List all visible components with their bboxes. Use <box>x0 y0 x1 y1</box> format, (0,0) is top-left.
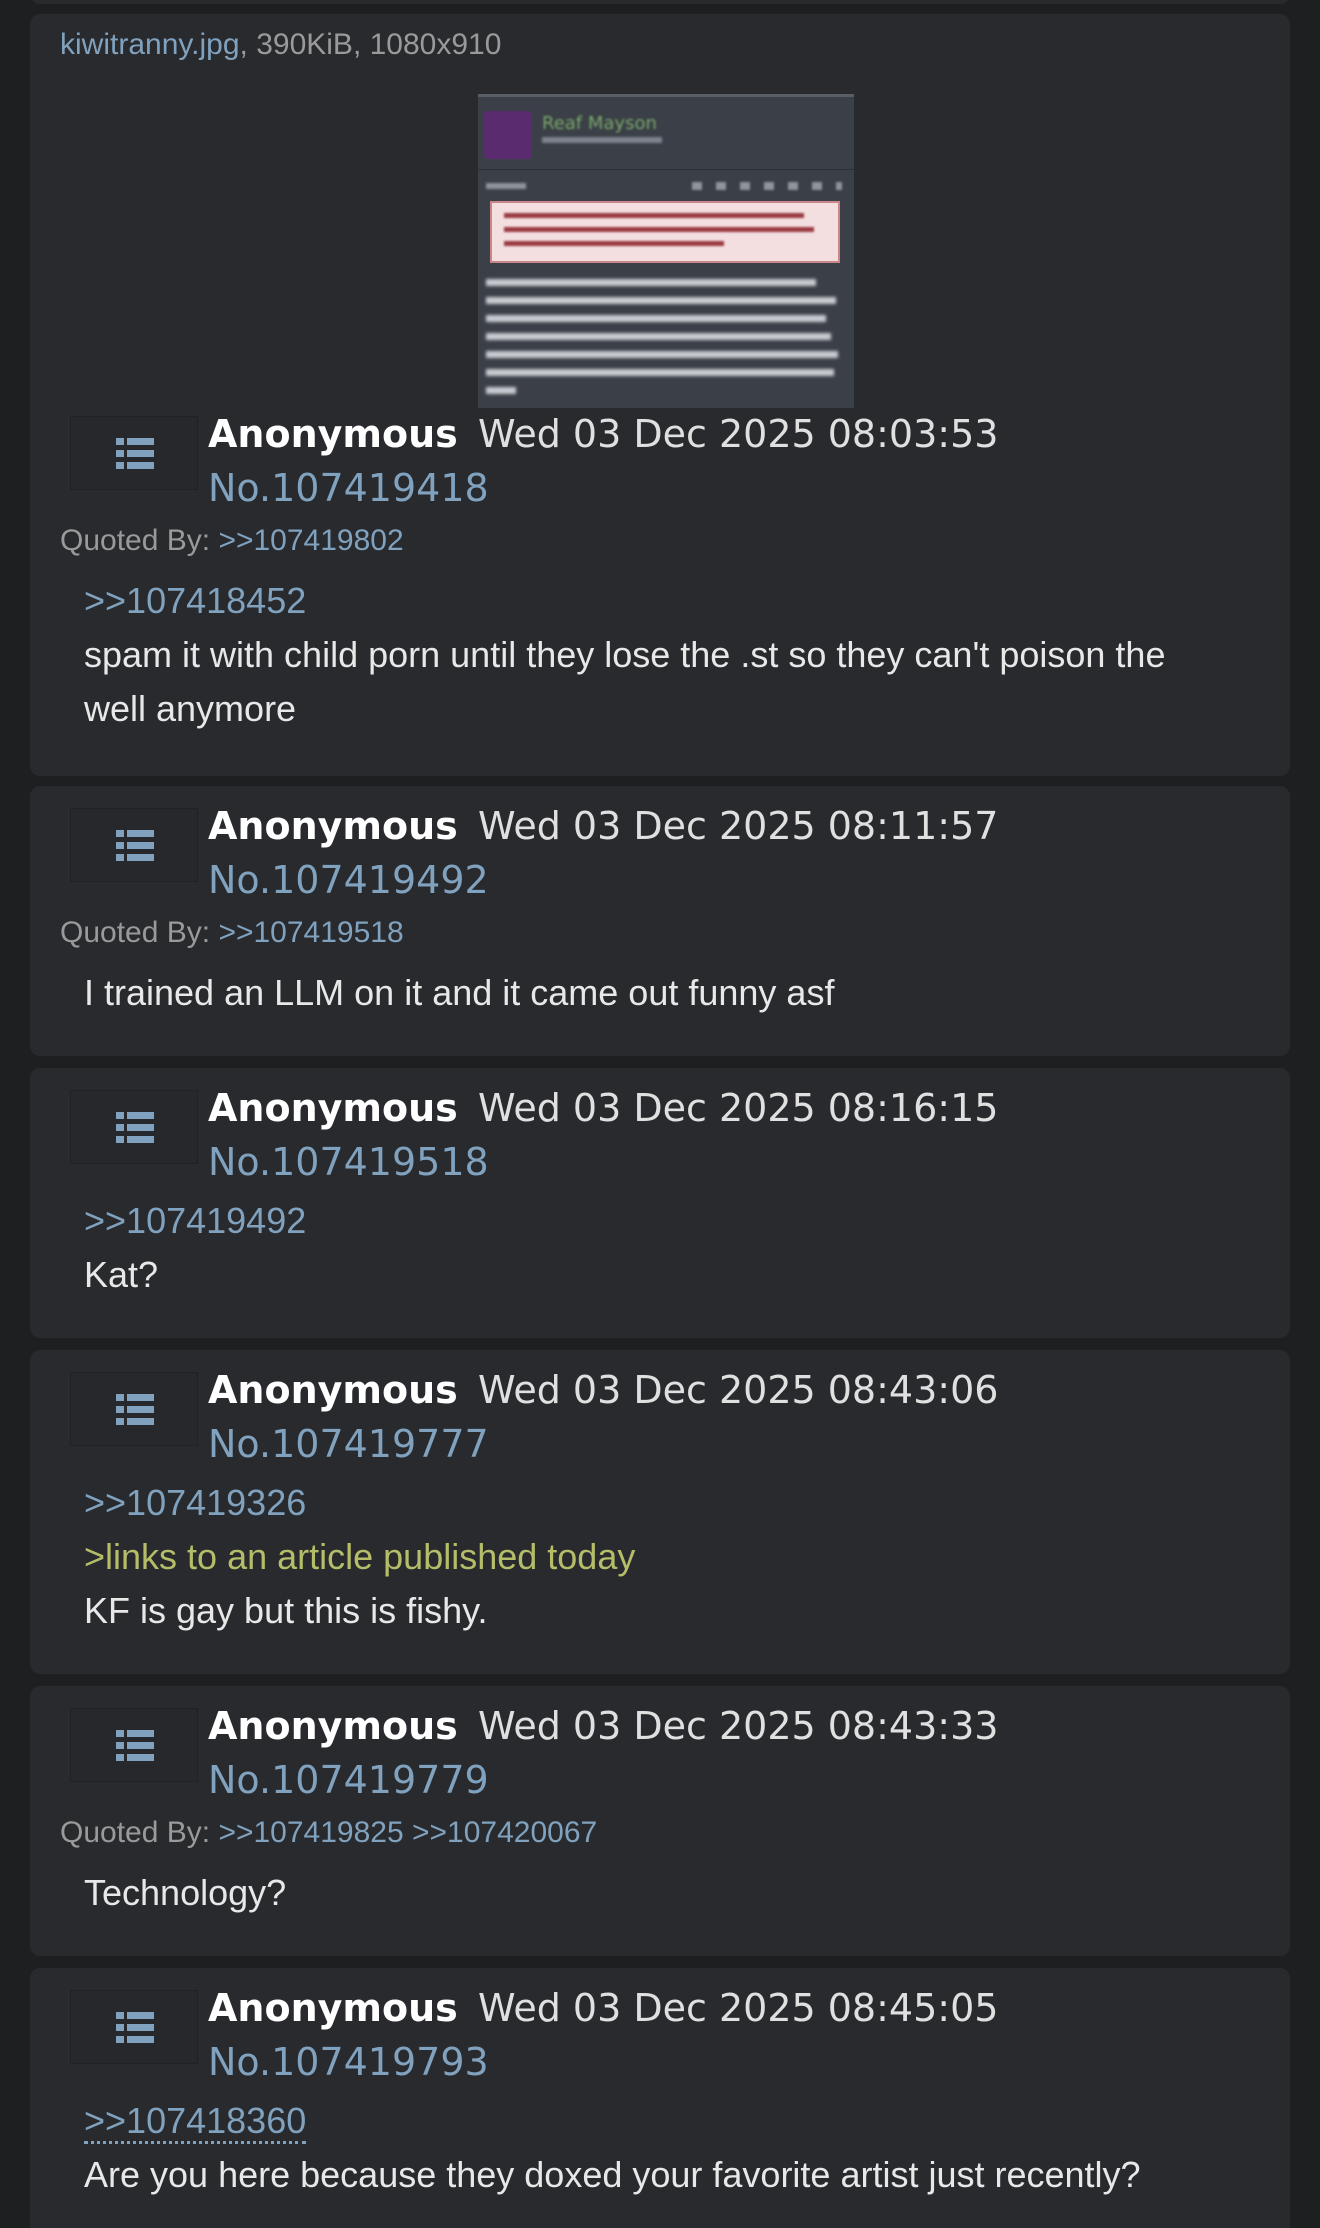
poster-name: Anonymous <box>208 1986 458 2030</box>
post-number-link[interactable]: No.107419793 <box>208 2040 489 2084</box>
list-icon <box>116 1394 154 1425</box>
file-thumbnail[interactable]: Reaf Mayson <box>478 94 854 408</box>
post-number-link[interactable]: No.107419518 <box>208 1140 489 1184</box>
thumbnail-action-icons <box>692 182 842 190</box>
post-body-line: I trained an LLM on it and it came out f… <box>84 972 835 1013</box>
quoted-by-label: Quoted By: <box>60 1816 211 1849</box>
poster-name: Anonymous <box>208 1368 458 1412</box>
list-icon <box>116 2012 154 2043</box>
post-datetime: Wed 03 Dec 2025 08:11:57 <box>478 804 999 848</box>
post-body-line: KF is gay but this is fishy. <box>84 1590 488 1631</box>
quoted-by: Quoted By: >>107419518 <box>60 916 404 950</box>
post-datetime: Wed 03 Dec 2025 08:43:06 <box>478 1368 999 1412</box>
quote-link[interactable]: >>107419326 <box>84 1482 306 1524</box>
post-107419418: kiwitranny.jpg, 390KiB, 1080x910 Reaf Ma… <box>30 14 1290 776</box>
post-menu-button[interactable] <box>70 416 198 490</box>
list-icon <box>116 1730 154 1761</box>
thumbnail-date <box>486 183 526 189</box>
post-body-line: Technology? <box>84 1872 287 1913</box>
list-icon <box>116 438 154 469</box>
thread-page: kiwitranny.jpg, 390KiB, 1080x910 Reaf Ma… <box>0 0 1320 2228</box>
previous-post-edge <box>30 0 1290 4</box>
post-datetime: Wed 03 Dec 2025 08:16:15 <box>478 1086 999 1130</box>
post-number-link[interactable]: No.107419492 <box>208 858 489 902</box>
file-name-link[interactable]: kiwitranny.jpg <box>60 28 240 61</box>
post-107419777: Anonymous Wed 03 Dec 2025 08:43:06 No.10… <box>30 1350 1290 1674</box>
post-menu-button[interactable] <box>70 1090 198 1164</box>
greentext-line: >links to an article published today <box>84 1536 636 1577</box>
poster-name: Anonymous <box>208 1704 458 1748</box>
thumbnail-subtitle <box>542 137 662 143</box>
quote-link[interactable]: >>107419492 <box>84 1200 306 1242</box>
quoted-by: Quoted By: >>107419825 >>107420067 <box>60 1816 597 1850</box>
quote-link[interactable]: >>107418452 <box>84 580 306 622</box>
post-number-link[interactable]: No.107419777 <box>208 1422 489 1466</box>
post-107419779: Anonymous Wed 03 Dec 2025 08:43:33 No.10… <box>30 1686 1290 1956</box>
post-body-line: Are you here because they doxed your fav… <box>84 2154 1141 2195</box>
post-menu-button[interactable] <box>70 1372 198 1446</box>
post-107419793: Anonymous Wed 03 Dec 2025 08:45:05 No.10… <box>30 1968 1290 2228</box>
poster-name: Anonymous <box>208 412 458 456</box>
quote-link-text[interactable]: >>107418452 <box>84 580 306 621</box>
file-meta: , 390KiB, 1080x910 <box>239 28 502 61</box>
list-icon <box>116 830 154 861</box>
quoted-by: Quoted By: >>107419802 <box>60 524 404 558</box>
thumbnail-avatar <box>484 111 532 159</box>
post-number-link[interactable]: No.107419418 <box>208 466 489 510</box>
post-datetime: Wed 03 Dec 2025 08:03:53 <box>478 412 999 456</box>
quote-link[interactable]: >>107418360 <box>84 2100 307 2144</box>
post-107419518: Anonymous Wed 03 Dec 2025 08:16:15 No.10… <box>30 1068 1290 1338</box>
thumbnail-warning-box <box>490 201 840 263</box>
quoted-by-label: Quoted By: <box>60 524 211 557</box>
post-menu-button[interactable] <box>70 808 198 882</box>
post-menu-button[interactable] <box>70 1990 198 2064</box>
post-menu-button[interactable] <box>70 1708 198 1782</box>
file-info: kiwitranny.jpg, 390KiB, 1080x910 <box>60 28 501 62</box>
poster-name: Anonymous <box>208 1086 458 1130</box>
thumbnail-divider <box>478 169 854 170</box>
post-body-line: Kat? <box>84 1254 159 1295</box>
quote-link-text[interactable]: >>107419492 <box>84 1200 306 1241</box>
quoted-by-link[interactable]: >>107420067 <box>412 1816 597 1849</box>
post-107419492: Anonymous Wed 03 Dec 2025 08:11:57 No.10… <box>30 786 1290 1056</box>
quoted-by-link[interactable]: >>107419802 <box>218 524 403 557</box>
post-body-line: spam it with child porn until they lose … <box>84 634 1166 675</box>
post-body-line: well anymore <box>84 688 297 729</box>
quoted-by-link[interactable]: >>107419518 <box>218 916 403 949</box>
quoted-by-link[interactable]: >>107419825 <box>218 1816 403 1849</box>
thumbnail-username: Reaf Mayson <box>542 113 657 134</box>
quote-link-text[interactable]: >>107419326 <box>84 1482 306 1523</box>
post-datetime: Wed 03 Dec 2025 08:43:33 <box>478 1704 999 1748</box>
post-number-link[interactable]: No.107419779 <box>208 1758 489 1802</box>
post-datetime: Wed 03 Dec 2025 08:45:05 <box>478 1986 999 2030</box>
poster-name: Anonymous <box>208 804 458 848</box>
quoted-by-label: Quoted By: <box>60 916 211 949</box>
quote-link-text[interactable]: >>107418360 <box>84 2100 307 2144</box>
list-icon <box>116 1112 154 1143</box>
